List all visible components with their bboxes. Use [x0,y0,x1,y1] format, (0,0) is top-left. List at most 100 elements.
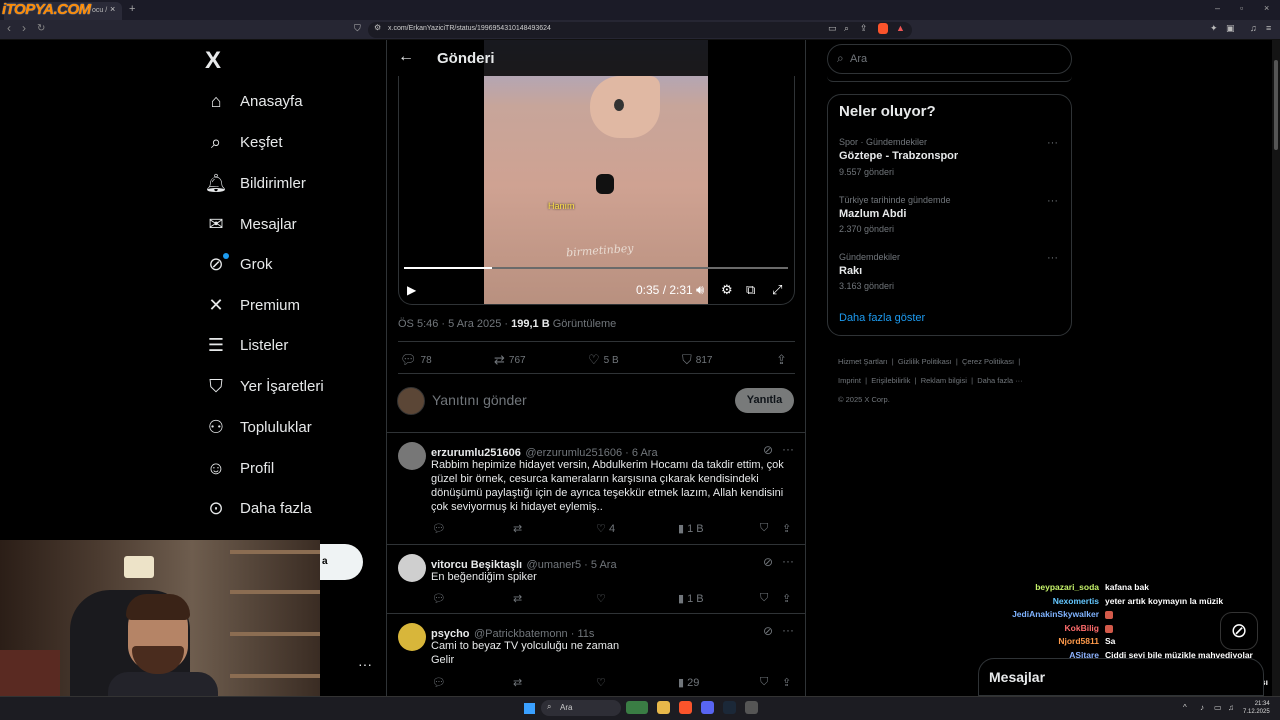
like-button[interactable]: ♡ 4 [596,522,615,535]
taskbar-search-text[interactable]: Ara [560,703,572,712]
bookmark-icon[interactable]: ⛉ [760,592,768,605]
trend-more-icon[interactable]: ··· [1047,137,1058,149]
back-arrow-icon[interactable]: ← [398,48,414,66]
account-menu-icon[interactable]: ··· [358,656,372,672]
x-logo-icon[interactable]: X [205,47,221,75]
nav-premium[interactable]: ✕ Premium [204,290,300,320]
network-icon[interactable]: ▭ [1214,703,1222,712]
site-info-icon[interactable]: ⚙ [374,23,381,32]
windows-start-icon[interactable] [524,703,535,714]
url-text[interactable]: x.com/ErkanYaziciTR/status/1996954310148… [388,25,551,32]
footer-link[interactable]: Gizlilik Politikası [898,357,952,366]
trend-more-icon[interactable]: ··· [1047,252,1058,264]
discord-icon[interactable] [701,701,714,714]
close-window-button[interactable]: × [1264,3,1269,13]
footer-link[interactable]: Reklam bilgisi [921,376,967,385]
more-icon[interactable]: ··· [782,442,794,456]
taskbar-search[interactable] [541,700,621,716]
share-icon[interactable]: ⇪ [782,592,791,605]
nav-profile[interactable]: ☺ Profil [204,453,274,483]
volume-icon[interactable]: ♫ [1228,703,1234,712]
more-icon[interactable]: ··· [782,623,794,637]
repost-stat[interactable]: ⇄ 767 [494,352,526,368]
bookmark-page-icon[interactable]: ⛉ [354,23,361,34]
footer-link[interactable]: Hizmet Şartları [838,357,888,366]
avatar[interactable] [398,623,426,651]
clock[interactable]: 21:34 7.12.2025 [1243,700,1270,716]
obs-icon[interactable] [745,701,758,714]
nav-bookmarks[interactable]: ⛉ Yer İşaretleri [204,371,323,401]
share-icon[interactable]: ⇪ [782,522,791,535]
timestamp-text[interactable]: ÖS 5:46 · 5 Ara 2025 · [398,318,511,330]
post-button[interactable]: a [320,544,363,580]
widget-icon[interactable] [626,701,648,714]
repost-icon[interactable]: ⇄ [513,522,522,535]
pip-icon[interactable]: ⧉ [746,282,755,298]
heart-icon[interactable]: ♡ [596,592,606,605]
brave-shield-icon[interactable] [878,23,888,34]
trend-name[interactable]: Rakı [839,265,862,277]
share-icon[interactable]: ⇪ [782,676,791,689]
rewards-icon[interactable]: ▲ [896,23,905,33]
reply-icon[interactable]: 💬︎ [432,676,446,689]
share-button[interactable]: ⇪ [776,352,791,368]
share-icon[interactable]: ⇪ [860,23,868,34]
new-tab-button[interactable]: + [129,3,135,15]
avatar[interactable] [398,554,426,582]
brave-browser-icon[interactable] [679,701,692,714]
nav-more[interactable]: ⊙ Daha fazla [204,493,311,523]
nav-home[interactable]: ⌂ Anasayfa [204,86,303,116]
footer-link[interactable]: Daha fazla ··· [977,376,1022,385]
repost-icon[interactable]: ⇄ [513,676,522,689]
nav-grok[interactable]: ⊘ Grok [204,249,272,279]
play-icon[interactable]: ▶ [407,283,416,297]
reply-input[interactable]: Yanıtını gönder [432,392,527,408]
grok-floating-button[interactable]: ⊘ [1220,612,1258,650]
grok-icon[interactable]: ⊘ [763,443,773,457]
scrollbar-thumb[interactable] [1274,60,1278,150]
fullscreen-icon[interactable]: ⤢ [772,282,782,298]
maximize-button[interactable]: ▫ [1240,3,1243,13]
settings-icon[interactable]: ⚙ [721,282,733,298]
tab-close-icon[interactable]: × [110,4,115,14]
bookmark-icon[interactable]: ⛉ [760,676,768,689]
views-button[interactable]: ▮ 1 B [678,522,704,535]
views-button[interactable]: ▮ 29 [678,676,699,689]
volume-icon[interactable]: 🔊︎ [696,282,704,298]
more-icon[interactable]: ··· [782,554,794,568]
nav-communities[interactable]: ⚇ Topluluklar [204,412,312,442]
show-more-link[interactable]: Daha fazla göster [839,312,925,324]
reply-button[interactable]: Yanıtla [735,388,794,413]
nav-explore[interactable]: ⌕ Keşfet [204,127,283,157]
messages-drawer-title[interactable]: Mesajlar [989,669,1045,685]
wallet-icon[interactable]: ▣ [1226,23,1235,34]
reply-icon[interactable]: 💬︎ [432,522,446,535]
footer-link[interactable]: Imprint [838,376,861,385]
media-icon[interactable]: ♫ [1250,23,1257,33]
reply-icon[interactable]: 💬︎ [432,592,446,605]
grok-icon[interactable]: ⊘ [763,624,773,638]
grok-icon[interactable]: ⊘ [763,555,773,569]
extensions-icon[interactable]: ✦ [1210,23,1218,34]
nav-notifications[interactable]: 🔔︎ Bildirimler [204,168,306,198]
footer-link[interactable]: Erişilebilirlik [871,376,910,385]
like-stat[interactable]: ♡ 5 B [588,352,619,368]
minimize-button[interactable]: – [1215,3,1220,13]
reply-stat[interactable]: 💬︎ 78 [400,352,432,368]
bookmark-stat[interactable]: ⛉ 817 [682,352,712,368]
menu-icon[interactable]: ≡ [1266,23,1271,33]
reload-icon[interactable]: ↻ [37,23,45,34]
views-button[interactable]: ▮ 1 B [678,592,704,605]
trend-name[interactable]: Mazlum Abdi [839,208,906,220]
forward-icon[interactable]: › [22,21,26,35]
trend-more-icon[interactable]: ··· [1047,195,1058,207]
search-placeholder[interactable]: Ara [850,53,867,65]
tray-chevron-icon[interactable]: ^ [1183,703,1187,712]
steam-icon[interactable] [723,701,736,714]
bookmark-icon[interactable]: ⛉ [760,522,768,535]
nav-messages[interactable]: ✉ Mesajlar [204,209,296,239]
heart-icon[interactable]: ♡ [596,676,606,689]
footer-link[interactable]: Çerez Politikası [962,357,1014,366]
trend-name[interactable]: Göztepe - Trabzonspor [839,150,958,162]
repost-icon[interactable]: ⇄ [513,592,522,605]
